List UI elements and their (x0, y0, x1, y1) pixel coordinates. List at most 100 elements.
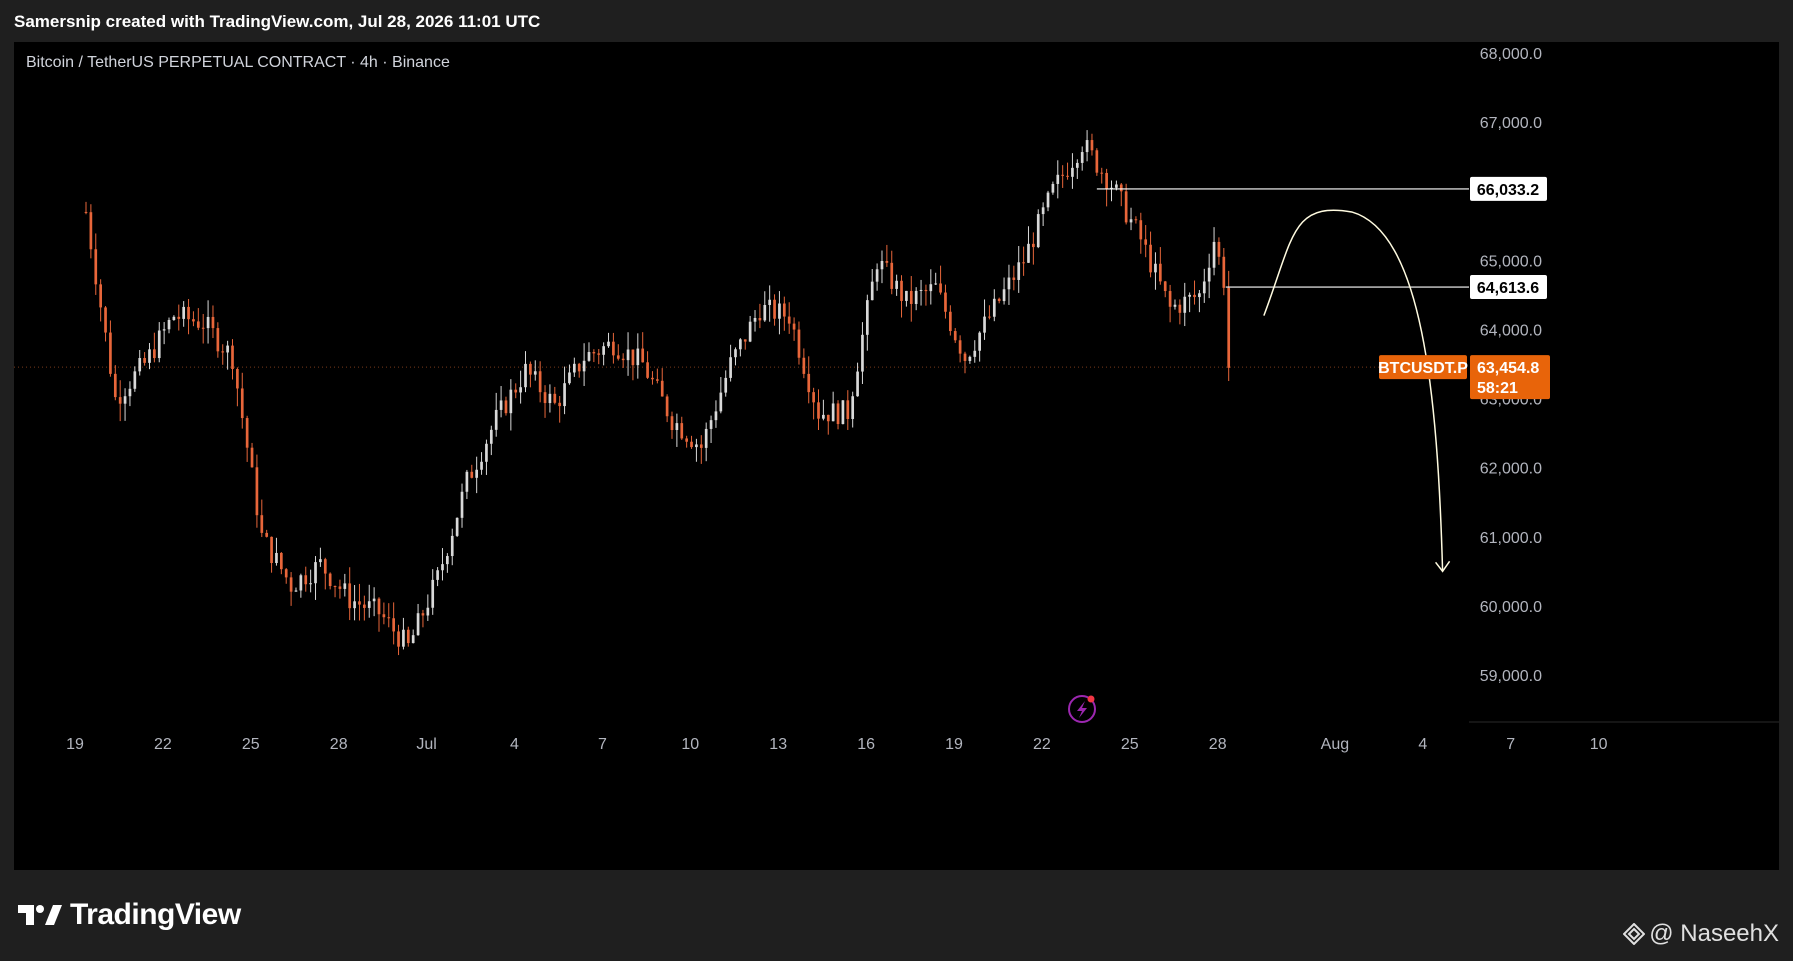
candle-body (118, 397, 122, 404)
candle-body (880, 260, 884, 270)
x-tick-label: 22 (1033, 736, 1051, 753)
candle-body (870, 281, 874, 301)
candle-body (372, 598, 376, 602)
candle-body (616, 355, 620, 359)
candle-body (1193, 294, 1196, 298)
symbol-description[interactable]: Bitcoin / TetherUS PERPETUAL CONTRACT · … (26, 54, 450, 72)
candle-body (968, 356, 972, 361)
candle-body (1095, 150, 1099, 173)
candle-body (1173, 304, 1177, 307)
candle-body (333, 586, 337, 588)
candle-body (758, 317, 762, 321)
candle-body (89, 212, 93, 250)
candle-body (699, 444, 703, 448)
candle-body (387, 617, 391, 619)
x-tick-label: 10 (1590, 736, 1608, 753)
x-tick-label: 4 (1418, 736, 1427, 753)
candle-body (489, 429, 493, 444)
candle-body (724, 377, 728, 393)
candle-body (949, 311, 952, 332)
x-tick-label: 19 (66, 736, 84, 753)
candle-body (416, 613, 420, 636)
candle-body (558, 402, 562, 407)
candle-body (314, 562, 317, 584)
candlestick-chart[interactable]: 68,000.0 67,000.0 65,000.0 64,000.0 62,000.0… (14, 42, 1779, 870)
x-tick-label: 10 (681, 736, 699, 753)
candle-body (709, 420, 713, 429)
x-tick-label: Aug (1321, 736, 1349, 753)
candle-body (797, 329, 801, 358)
chart-panel[interactable]: 68,000.0 67,000.0 65,000.0 64,000.0 62,000.0… (14, 42, 1779, 870)
candle-body (768, 299, 772, 306)
y-tick-label: 60,000.0 (1480, 599, 1542, 616)
y-tick-label: 62,000.0 (1480, 461, 1542, 478)
candle-body (113, 373, 117, 398)
candle-body (782, 303, 786, 317)
candle-body (1002, 289, 1006, 302)
candle-body (1027, 243, 1030, 263)
candle-body (338, 586, 342, 589)
candle-body (660, 380, 664, 397)
candle-body (162, 329, 166, 331)
candle-body (143, 358, 146, 363)
x-tick-label: 7 (1506, 736, 1515, 753)
candle-body (240, 388, 244, 419)
candle-body (323, 559, 327, 574)
tradingview-logo-icon (18, 905, 62, 925)
candle-body (284, 569, 288, 578)
candle-body (211, 316, 215, 329)
x-tick-label: 7 (598, 736, 607, 753)
candle-body (983, 316, 986, 333)
candle-body (695, 444, 698, 448)
candle-body (128, 388, 132, 397)
x-tick-label: 22 (154, 736, 172, 753)
candle-body (245, 418, 249, 448)
candle-body (792, 323, 796, 330)
candle-body (592, 352, 596, 354)
candle-body (84, 211, 88, 213)
candle-body (226, 345, 229, 353)
candle-body (846, 400, 850, 419)
candle-body (890, 262, 894, 289)
candle-body (543, 392, 547, 404)
candle-body (1032, 243, 1035, 248)
candle-body (597, 353, 601, 355)
candle-body (538, 371, 542, 393)
candle-body (875, 269, 879, 282)
candle-body (289, 577, 293, 592)
candle-body (865, 300, 869, 335)
candle-body (997, 298, 1001, 302)
candle-body (260, 515, 264, 533)
candle-body (714, 411, 718, 421)
candle-body (826, 414, 830, 422)
candle-body (270, 536, 273, 564)
candle-body (822, 414, 825, 419)
candle-body (499, 400, 503, 410)
candle-body (885, 260, 889, 263)
candle-body (953, 331, 957, 341)
candle-body (992, 298, 996, 317)
candle-body (182, 306, 186, 319)
candle-body (1061, 174, 1065, 176)
candle-body (231, 345, 234, 370)
candle-body (436, 570, 439, 580)
candle-body (465, 471, 469, 492)
candle-body (519, 387, 522, 393)
candle-body (1075, 162, 1079, 168)
candle-body (934, 283, 938, 285)
projection-curve-arrow[interactable] (1263, 209, 1444, 572)
tradingview-logo[interactable]: TradingView (18, 898, 241, 932)
candle-body (1036, 214, 1040, 248)
candle-body (612, 341, 615, 356)
candle-body (358, 601, 361, 605)
candle-body (421, 613, 425, 616)
candle-body (753, 317, 757, 322)
candle-body (582, 360, 586, 372)
candle-body (377, 598, 381, 615)
candle-body (216, 328, 220, 352)
candle-body (812, 392, 815, 403)
candle-body (1046, 192, 1050, 208)
candle-body (411, 635, 415, 644)
candle-body (636, 348, 640, 366)
candle-body (1188, 294, 1191, 297)
